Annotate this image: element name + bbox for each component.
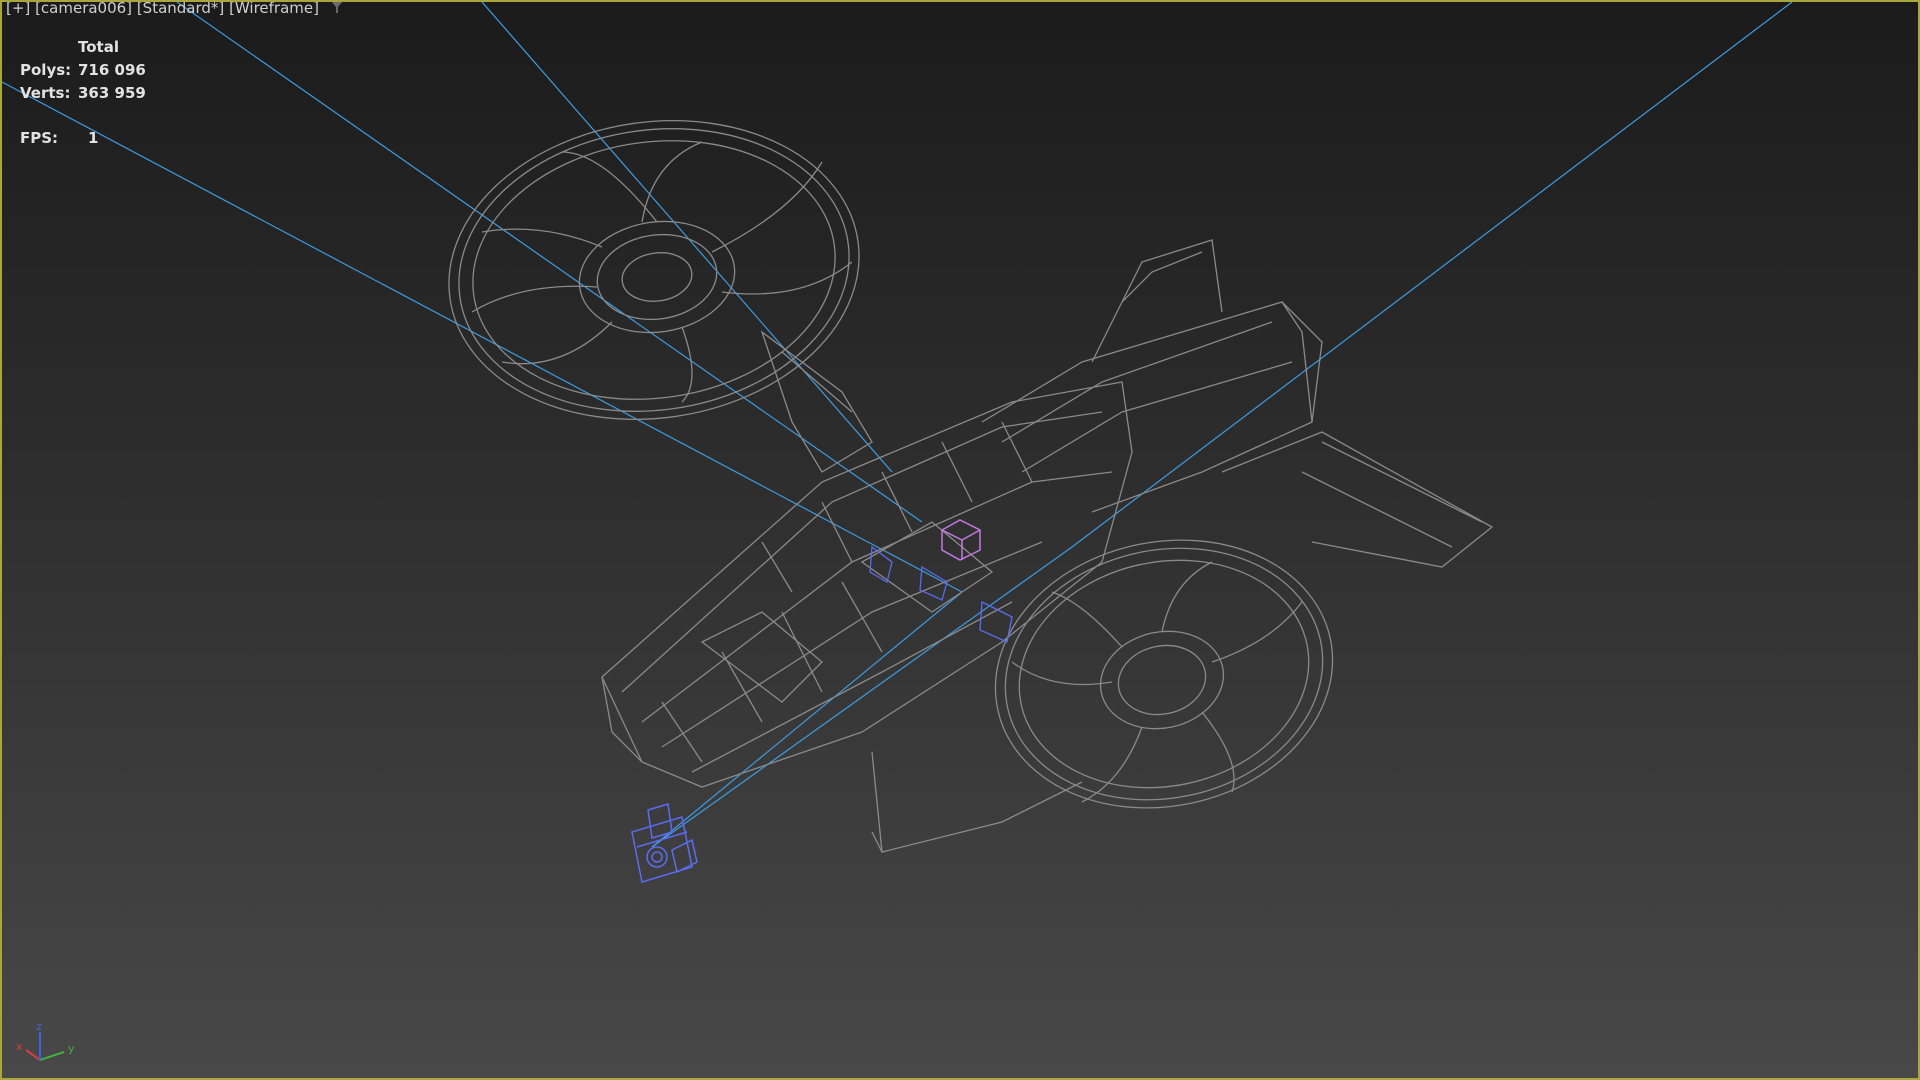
camera-object[interactable] <box>631 803 698 883</box>
polys-label: Polys: <box>20 61 72 79</box>
axis-y-label: y <box>68 1042 75 1055</box>
polys-value: 716 096 <box>78 61 146 79</box>
verts-label: Verts: <box>20 84 71 102</box>
rotor-arm <box>760 330 873 473</box>
verts-value: 363 959 <box>78 84 146 102</box>
camera-lines <box>2 2 1793 848</box>
fuselage <box>601 381 1133 853</box>
fps-label: FPS: <box>20 129 59 147</box>
viewport[interactable]: [+] [camera006] [Standard*] [Wireframe] … <box>0 0 1920 1080</box>
axis-z-label: z <box>36 1020 42 1033</box>
tail-section <box>981 239 1494 568</box>
aircraft-wireframe[interactable] <box>429 95 1494 853</box>
shading-preset-button[interactable]: [Standard*] <box>137 2 224 17</box>
viewport-menu-button[interactable]: [+] <box>6 2 30 17</box>
rotor-top-left <box>448 120 860 420</box>
rotor-bottom-right <box>994 539 1334 809</box>
statistics-overlay: Total Polys: 716 096 Verts: 363 959 FPS:… <box>20 38 146 152</box>
viewport-label: [+] [camera006] [Standard*] [Wireframe] <box>6 0 344 17</box>
dummy-helper[interactable] <box>941 519 981 561</box>
selected-objects[interactable] <box>869 545 1013 643</box>
funnel-icon[interactable] <box>330 0 344 15</box>
wireframe-scene[interactable] <box>2 2 1918 1078</box>
axis-tripod-icon: x y z <box>16 1020 75 1061</box>
display-mode-button[interactable]: [Wireframe] <box>229 2 319 17</box>
axis-x-label: x <box>16 1040 23 1053</box>
stats-header: Total <box>78 38 119 56</box>
camera-menu-button[interactable]: [camera006] <box>35 2 132 17</box>
fps-value: 1 <box>88 129 99 147</box>
